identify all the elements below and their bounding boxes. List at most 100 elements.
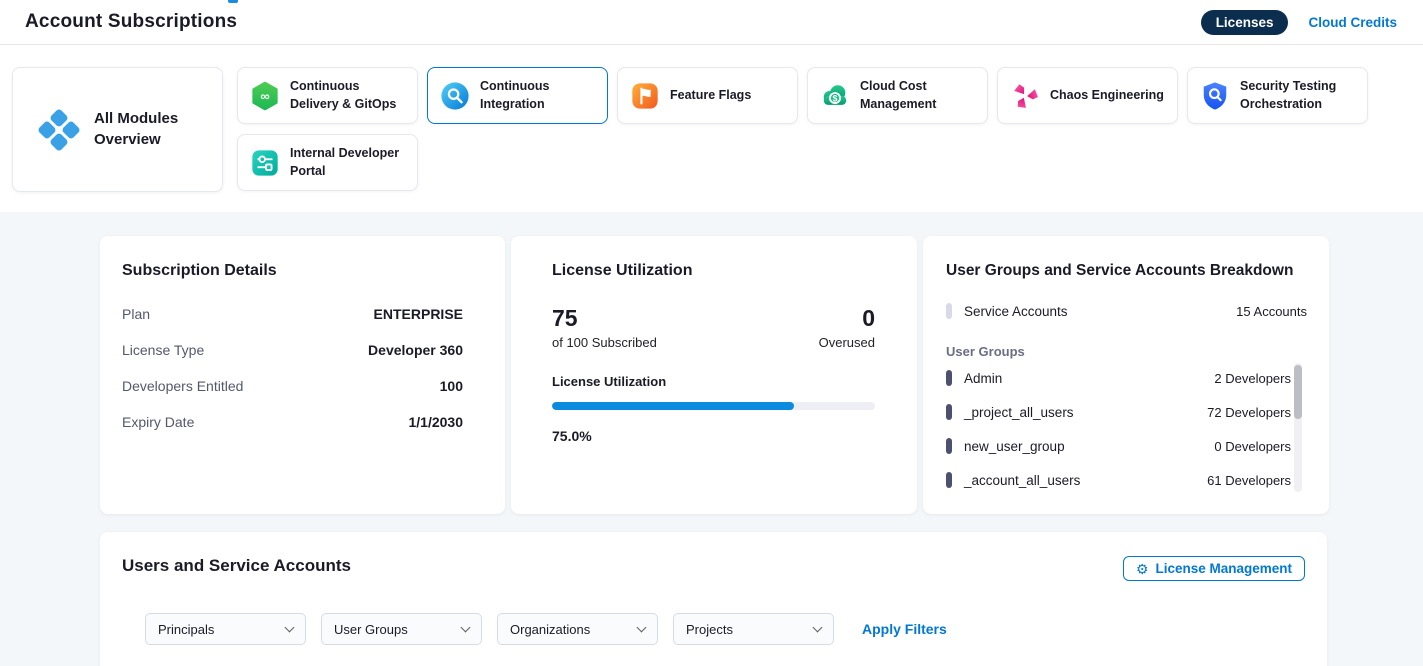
user-group-value: 72 Developers [1207,405,1291,420]
all-modules-label: All Modules Overview [94,109,188,150]
module-label: Continuous Delivery & GitOps [290,78,417,113]
utilization-progress-fill [552,402,794,410]
module-card-ci[interactable]: Continuous Integration [427,67,608,124]
user-group-tick-icon [946,472,952,488]
chevron-down-icon [461,622,471,632]
module-card-ff[interactable]: Feature Flags [617,67,798,124]
organizations-filter-select[interactable]: Organizations [497,613,658,645]
cd-module-icon: ∞ [250,81,280,111]
license-utilization-title: License Utilization [552,262,875,280]
breakdown-title: User Groups and Service Accounts Breakdo… [946,262,1307,280]
used-count: 75 [552,306,657,331]
groups-scrollbar-thumb[interactable] [1294,365,1302,419]
overused-count: 0 [819,306,875,331]
license-counts: 75 of 100 Subscribed 0 Overused [552,306,875,350]
security-testing-icon [1200,81,1230,111]
module-card-ce[interactable]: Chaos Engineering [997,67,1178,124]
module-label: Security Testing Orchestration [1240,78,1367,113]
summary-cards-row: Subscription Details Plan ENTERPRISE Lic… [100,236,1423,514]
detail-row-developers-entitled: Developers Entitled 100 [122,368,463,404]
used-count-block: 75 of 100 Subscribed [552,306,657,350]
service-accounts-label: Service Accounts [964,304,1068,319]
user-groups-filter-label: User Groups [334,622,408,637]
license-management-label: License Management [1155,561,1292,576]
detail-row-license-type: License Type Developer 360 [122,332,463,368]
tab-licenses[interactable]: Licenses [1201,10,1289,35]
user-group-value: 61 Developers [1207,473,1291,488]
utilization-progress-track [552,402,875,410]
filters-row: Principals User Groups Organizations Pro… [145,613,1305,645]
subscription-details-rows: Plan ENTERPRISE License Type Developer 3… [122,296,463,440]
detail-row-expiry-date: Expiry Date 1/1/2030 [122,404,463,440]
detail-value: Developer 360 [368,342,463,358]
users-card-header: Users and Service Accounts ⚙ License Man… [122,556,1305,581]
user-group-tick-icon [946,438,952,454]
all-modules-overview-card[interactable]: All Modules Overview [12,67,223,192]
user-group-name: Admin [964,371,1002,386]
principals-filter-select[interactable]: Principals [145,613,306,645]
detail-value: 1/1/2030 [409,414,464,430]
detail-value: 100 [440,378,463,394]
feature-flags-icon [630,81,660,111]
internal-developer-portal-icon [250,148,280,178]
overused-caption: Overused [819,335,875,350]
page-title: Account Subscriptions [25,11,237,33]
detail-label: License Type [122,342,204,358]
chaos-engineering-icon [1010,81,1040,111]
module-card-idp[interactable]: Internal Developer Portal [237,134,418,191]
user-group-name: _account_all_users [964,473,1080,488]
groups-scrollbar-track[interactable] [1294,363,1302,492]
detail-label: Developers Entitled [122,378,243,394]
service-accounts-tick-icon [946,303,952,319]
content-section: Subscription Details Plan ENTERPRISE Lic… [0,212,1423,666]
users-service-accounts-card: Users and Service Accounts ⚙ License Man… [100,532,1327,666]
module-cards: ∞ Continuous Delivery & GitOps Continuou… [237,67,1411,192]
module-card-sto[interactable]: Security Testing Orchestration [1187,67,1368,124]
detail-value: ENTERPRISE [374,306,463,322]
used-caption: of 100 Subscribed [552,335,657,350]
organizations-filter-label: Organizations [510,622,590,637]
module-card-cd[interactable]: ∞ Continuous Delivery & GitOps [237,67,418,124]
projects-filter-select[interactable]: Projects [673,613,834,645]
user-group-row: Admin 2 Developers [946,361,1291,395]
principals-filter-label: Principals [158,622,214,637]
user-groups-filter-select[interactable]: User Groups [321,613,482,645]
tab-cloud-credits[interactable]: Cloud Credits [1308,15,1397,30]
chevron-down-icon [285,622,295,632]
page-header: Account Subscriptions Licenses Cloud Cre… [0,0,1423,45]
module-card-ccm[interactable]: $ Cloud Cost Management [807,67,988,124]
module-label: Internal Developer Portal [290,145,417,180]
user-group-tick-icon [946,404,952,420]
module-label: Chaos Engineering [1050,87,1170,105]
header-nav: Licenses Cloud Credits [1201,10,1397,35]
module-label: Feature Flags [670,87,757,105]
user-group-row: new_user_group 0 Developers [946,429,1291,463]
svg-text:$: $ [833,93,838,103]
users-card-title: Users and Service Accounts [122,556,351,576]
user-group-name: _project_all_users [964,405,1074,420]
module-label: Continuous Integration [480,78,607,113]
ci-module-icon [440,81,470,111]
clipped-icon-fragment [228,0,238,3]
apply-filters-link[interactable]: Apply Filters [862,621,947,637]
subscription-details-title: Subscription Details [122,262,463,280]
user-groups-list: Admin 2 Developers _project_all_users 72… [946,361,1307,497]
detail-label: Plan [122,306,150,322]
user-group-row: _project_all_users 72 Developers [946,395,1291,429]
svg-text:∞: ∞ [260,88,269,103]
license-utilization-card: License Utilization 75 of 100 Subscribed… [511,236,917,514]
utilization-percent: 75.0% [552,428,875,444]
user-group-value: 2 Developers [1214,371,1291,386]
utilization-bar-label: License Utilization [552,374,875,389]
chevron-down-icon [637,622,647,632]
user-group-value: 0 Developers [1214,439,1291,454]
service-accounts-value: 15 Accounts [1236,304,1307,319]
user-group-name: new_user_group [964,439,1065,454]
license-management-button[interactable]: ⚙ License Management [1123,556,1305,581]
user-groups-heading: User Groups [946,344,1307,359]
subscription-details-card: Subscription Details Plan ENTERPRISE Lic… [100,236,505,514]
detail-row-plan: Plan ENTERPRISE [122,296,463,332]
user-group-row: _account_all_users 61 Developers [946,463,1291,497]
detail-label: Expiry Date [122,414,194,430]
overused-count-block: 0 Overused [819,306,875,350]
